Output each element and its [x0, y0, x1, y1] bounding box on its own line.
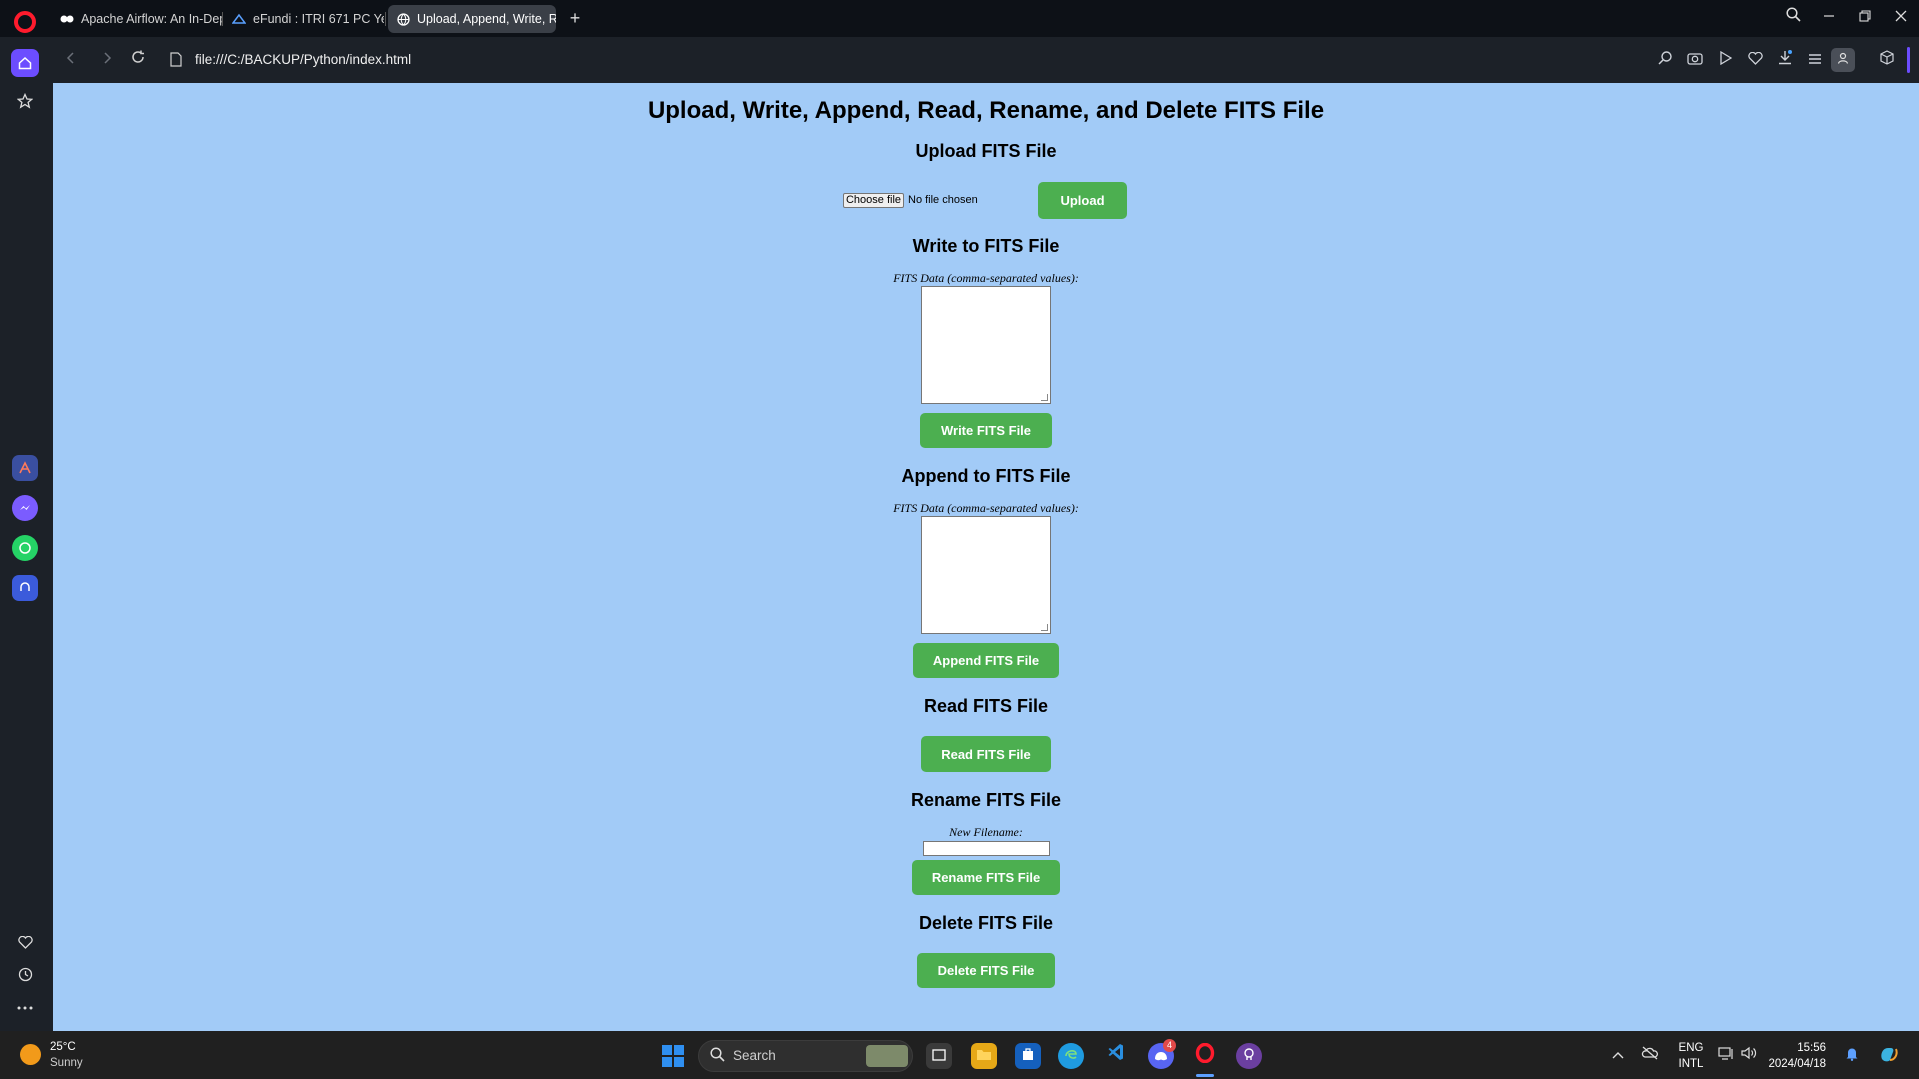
append-data-label: FITS Data (comma-separated values):	[893, 501, 1079, 515]
sidebar-accent-bar	[1907, 47, 1910, 73]
notification-bell-icon[interactable]	[1845, 1046, 1859, 1064]
clock-date[interactable]: 2024/04/18	[1766, 1058, 1826, 1070]
discord-notification-badge: 4	[1163, 1039, 1176, 1052]
forward-icon[interactable]	[96, 49, 118, 71]
file-explorer-icon[interactable]	[971, 1043, 997, 1069]
delete-heading: Delete FITS File	[918, 913, 1054, 933]
tab-label: eFundi : ITRI 671 PC Year	[253, 12, 384, 26]
new-filename-input[interactable]	[923, 841, 1050, 856]
search-placeholder: Search	[733, 1048, 776, 1063]
volume-icon[interactable]	[1741, 1046, 1757, 1063]
page-viewport: Upload, Write, Append, Read, Rename, and…	[53, 83, 1919, 1031]
weather-temperature[interactable]: 25°C	[50, 1041, 76, 1053]
download-icon[interactable]	[1774, 49, 1796, 71]
tab-apache-airflow[interactable]: Apache Airflow: An In-Dep	[52, 5, 222, 33]
network-icon[interactable]	[1718, 1046, 1734, 1063]
append-data-textarea[interactable]	[921, 516, 1051, 634]
lens-search-icon[interactable]	[1654, 49, 1676, 71]
language-code[interactable]: ENG	[1674, 1042, 1708, 1054]
tab-upload-append[interactable]: Upload, Append, Write, Re	[388, 5, 556, 33]
opera-sidebar	[0, 37, 50, 1031]
read-heading: Read FITS File	[923, 696, 1049, 716]
whatsapp-icon[interactable]	[12, 535, 38, 561]
weather-condition[interactable]: Sunny	[50, 1057, 83, 1069]
windows-start-icon[interactable]	[662, 1045, 684, 1067]
rename-heading: Rename FITS File	[910, 790, 1062, 810]
messenger-icon[interactable]	[12, 495, 38, 521]
tab-separator	[385, 12, 386, 26]
airflow-icon	[60, 12, 74, 26]
search-tabs-icon[interactable]	[1780, 6, 1806, 30]
profile-avatar-icon[interactable]	[1831, 48, 1855, 72]
history-clock-icon[interactable]	[11, 960, 39, 988]
edge-browser-icon[interactable]	[1058, 1043, 1084, 1069]
read-fits-button[interactable]: Read FITS File	[921, 736, 1051, 772]
page-title: Upload, Write, Append, Read, Rename, and…	[647, 97, 1325, 124]
sunny-weather-icon[interactable]	[20, 1044, 41, 1065]
append-fits-button[interactable]: Append FITS File	[913, 643, 1059, 678]
speed-dial-star-icon[interactable]	[11, 87, 39, 115]
search-highlight-image	[866, 1045, 908, 1067]
onedrive-sync-off-icon[interactable]	[1641, 1046, 1659, 1063]
write-heading: Write to FITS File	[912, 236, 1060, 256]
search-icon	[710, 1047, 725, 1066]
opera-taskbar-icon[interactable]	[1192, 1042, 1218, 1069]
back-icon[interactable]	[60, 49, 82, 71]
keyboard-layout[interactable]: INTL	[1674, 1058, 1708, 1070]
tab-label: Upload, Append, Write, Re	[417, 12, 556, 26]
github-desktop-icon[interactable]	[1236, 1043, 1262, 1069]
write-fits-button[interactable]: Write FITS File	[920, 413, 1052, 448]
file-status-text: No file chosen	[908, 194, 978, 206]
more-options-icon[interactable]	[11, 992, 39, 1020]
write-data-label: FITS Data (comma-separated values):	[893, 271, 1079, 285]
copilot-icon[interactable]	[1879, 1045, 1899, 1066]
choose-file-button[interactable]: Choose file	[843, 193, 904, 208]
easy-setup-menu-icon[interactable]	[1804, 49, 1826, 71]
player-play-icon[interactable]	[1714, 49, 1736, 71]
tab-bar: Apache Airflow: An In-Dep eFundi : ITRI …	[0, 0, 1919, 37]
tab-separator	[222, 12, 223, 26]
task-view-icon[interactable]	[926, 1043, 952, 1069]
extensions-cube-icon[interactable]	[1876, 49, 1898, 71]
tab-label: Apache Airflow: An In-Dep	[81, 12, 222, 26]
upload-button[interactable]: Upload	[1038, 182, 1127, 219]
windows-taskbar	[0, 1031, 1919, 1079]
new-tab-button[interactable]: +	[565, 8, 585, 28]
new-filename-label: New Filename:	[949, 825, 1023, 839]
append-heading: Append to FITS File	[901, 466, 1071, 486]
upload-heading: Upload FITS File	[915, 141, 1057, 161]
vscode-icon[interactable]	[1103, 1043, 1129, 1069]
microsoft-store-icon[interactable]	[1015, 1043, 1041, 1069]
home-icon[interactable]	[11, 49, 39, 77]
page-info-icon[interactable]	[170, 52, 182, 67]
opera-logo-icon[interactable]	[14, 11, 36, 33]
show-hidden-icons-chevron-icon[interactable]	[1612, 1046, 1624, 1062]
restore-icon[interactable]	[1852, 6, 1878, 30]
efundi-icon	[232, 12, 246, 26]
reload-icon[interactable]	[127, 49, 149, 71]
aria-ai-icon[interactable]	[12, 455, 38, 481]
write-data-textarea[interactable]	[921, 286, 1051, 404]
globe-icon	[396, 12, 410, 26]
tab-efundi[interactable]: eFundi : ITRI 671 PC Year	[224, 5, 384, 33]
music-player-icon[interactable]	[12, 575, 38, 601]
delete-fits-button[interactable]: Delete FITS File	[917, 953, 1055, 988]
url-field[interactable]: file:///C:/BACKUP/Python/index.html	[195, 52, 411, 67]
heart-bookmarks-icon[interactable]	[11, 928, 39, 956]
heart-icon[interactable]	[1744, 49, 1766, 71]
minimize-icon[interactable]	[1816, 6, 1842, 30]
clock-time[interactable]: 15:56	[1766, 1042, 1826, 1054]
snapshot-camera-icon[interactable]	[1684, 49, 1706, 71]
close-window-icon[interactable]	[1888, 6, 1914, 30]
active-app-indicator	[1196, 1074, 1214, 1077]
rename-fits-button[interactable]: Rename FITS File	[912, 860, 1060, 895]
